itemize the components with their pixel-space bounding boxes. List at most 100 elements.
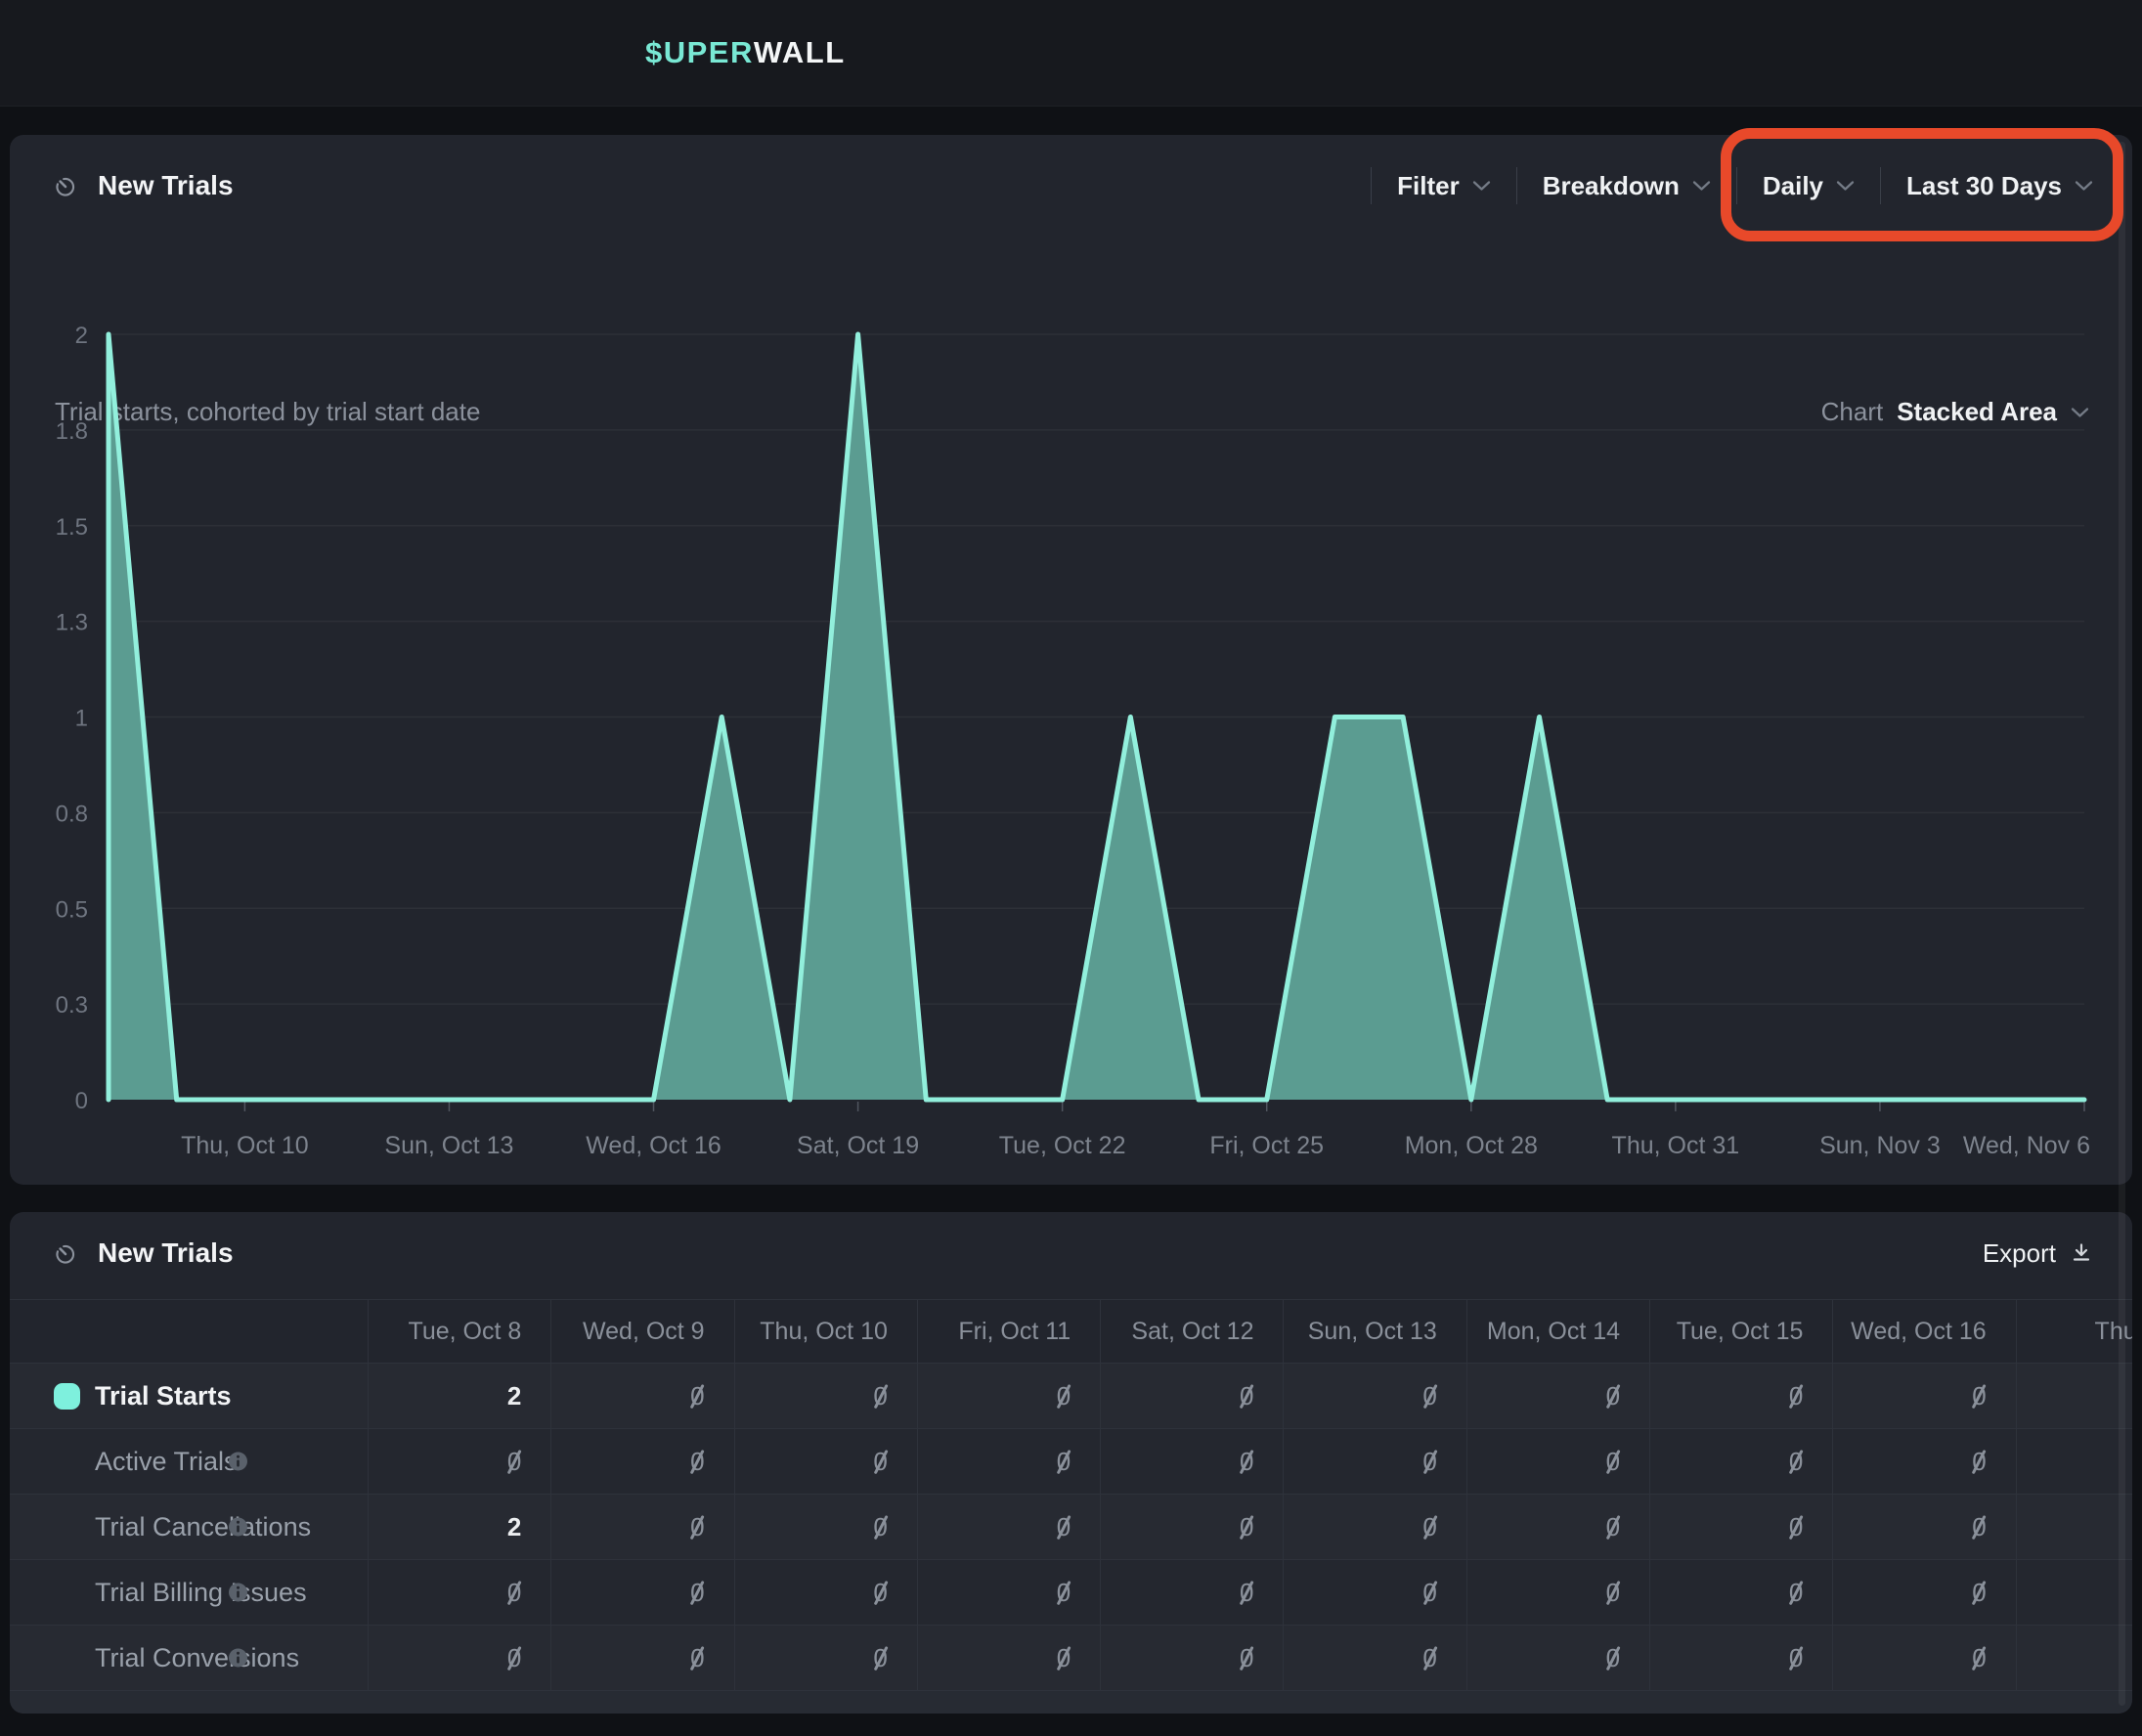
value-cell: 0: [1833, 1626, 2016, 1690]
zero-value: 0: [873, 1381, 887, 1411]
column-header-date: Sun, Oct 13: [1284, 1300, 1466, 1363]
value-cell: [2017, 1560, 2132, 1625]
column-header-date: Tue, Oct 15: [1650, 1300, 1833, 1363]
value-cell: 0: [735, 1495, 918, 1559]
value-cell: 0: [1650, 1495, 1833, 1559]
value-cell: 0: [1101, 1364, 1284, 1428]
zero-value: 0: [1422, 1381, 1436, 1411]
value-cell: 0: [1833, 1495, 2016, 1559]
zero-value: 0: [1606, 1578, 1620, 1608]
column-header-date: Wed, Oct 9: [551, 1300, 734, 1363]
value-cell: 0: [369, 1626, 551, 1690]
value-cell: 0: [1650, 1364, 1833, 1428]
value-cell: 0: [1650, 1429, 1833, 1494]
value-cell: 0: [1833, 1429, 2016, 1494]
x-axis-tick-label: Fri, Oct 25: [1209, 1132, 1324, 1159]
value-cell: [2017, 1429, 2132, 1494]
value-cell: 0: [551, 1495, 734, 1559]
info-icon[interactable]: [227, 1516, 249, 1539]
row-label: Trial Cancellations: [95, 1512, 311, 1542]
row-label-cell: Active Trials: [10, 1429, 369, 1494]
value-cell: 0: [918, 1364, 1101, 1428]
row-label-cell: Trial Billing Issues: [10, 1560, 369, 1625]
value-cell: 0: [735, 1364, 918, 1428]
row-label: Trial Starts: [95, 1381, 232, 1411]
zero-value: 0: [1057, 1512, 1071, 1542]
x-axis-tick-label: Wed, Oct 16: [586, 1132, 721, 1159]
zero-value: 0: [873, 1512, 887, 1542]
scrollbar[interactable]: [2119, 142, 2125, 1706]
nonzero-value: 2: [507, 1381, 521, 1411]
column-header-date: Tue, Oct 8: [369, 1300, 551, 1363]
zero-value: 0: [1057, 1643, 1071, 1673]
new-trials-chart-panel: New Trials Filter Breakdown Daily: [10, 135, 2132, 1185]
value-cell: 0: [1101, 1429, 1284, 1494]
table-corner-cell: [10, 1300, 369, 1363]
value-cell: 0: [1101, 1495, 1284, 1559]
info-icon[interactable]: [227, 1647, 249, 1670]
value-cell: 0: [735, 1560, 918, 1625]
row-label-cell: Trial Starts: [10, 1364, 369, 1428]
column-header-date: Mon, Oct 14: [1467, 1300, 1650, 1363]
timer-gauge-icon: [54, 1241, 77, 1265]
value-cell: 0: [1101, 1560, 1284, 1625]
zero-value: 0: [1240, 1447, 1253, 1477]
x-axis-tick-label: Wed, Nov 6: [1963, 1132, 2090, 1159]
value-cell: 0: [1467, 1364, 1650, 1428]
zero-value: 0: [507, 1578, 521, 1608]
value-cell: 0: [1101, 1626, 1284, 1690]
export-button[interactable]: Export: [1983, 1212, 2093, 1294]
zero-value: 0: [1972, 1643, 1986, 1673]
table-row: Trial Billing Issues000000000: [10, 1560, 2132, 1626]
zero-value: 0: [1789, 1447, 1803, 1477]
zero-value: 0: [1240, 1381, 1253, 1411]
value-cell: 0: [551, 1560, 734, 1625]
zero-value: 0: [873, 1643, 887, 1673]
zero-value: 0: [1422, 1643, 1436, 1673]
value-cell: 0: [1467, 1560, 1650, 1625]
zero-value: 0: [690, 1643, 704, 1673]
x-axis-tick-label: Thu, Oct 10: [181, 1132, 309, 1159]
value-cell: 0: [1284, 1364, 1466, 1428]
zero-value: 0: [1057, 1578, 1071, 1608]
zero-value: 0: [1606, 1643, 1620, 1673]
zero-value: 0: [873, 1447, 887, 1477]
info-icon[interactable]: [227, 1582, 249, 1604]
y-axis-tick-label: 0.3: [56, 992, 88, 1019]
series-color-swatch: [54, 1383, 80, 1410]
table-body: Trial Starts200000000Active Trials000000…: [10, 1364, 2132, 1691]
download-icon: [2070, 1241, 2093, 1265]
value-cell: 0: [1467, 1626, 1650, 1690]
row-label-cell: Trial Conversions: [10, 1626, 369, 1690]
value-cell: [2017, 1495, 2132, 1559]
zero-value: 0: [1606, 1512, 1620, 1542]
export-label: Export: [1983, 1238, 2056, 1269]
table-panel-title: New Trials: [98, 1212, 234, 1294]
column-header-date: Sat, Oct 12: [1101, 1300, 1284, 1363]
zero-value: 0: [1240, 1512, 1253, 1542]
zero-value: 0: [690, 1512, 704, 1542]
x-axis-tick-label: Sun, Oct 13: [384, 1132, 513, 1159]
page: $UPERWALL New Trials Filter Breakdown: [0, 0, 2142, 1736]
x-axis-tick-label: Sat, Oct 19: [797, 1132, 919, 1159]
zero-value: 0: [1972, 1512, 1986, 1542]
zero-value: 0: [1057, 1447, 1071, 1477]
y-axis-tick-label: 1: [75, 706, 88, 732]
y-axis-tick-label: 0: [75, 1088, 88, 1114]
info-icon[interactable]: [227, 1451, 249, 1473]
value-cell: 0: [1650, 1626, 1833, 1690]
column-header-date: Fri, Oct 11: [918, 1300, 1101, 1363]
row-label: Trial Conversions: [95, 1643, 299, 1673]
table-footer-strip: [10, 1691, 2132, 1714]
x-axis-tick-label: Sun, Nov 3: [1819, 1132, 1941, 1159]
zero-value: 0: [1789, 1643, 1803, 1673]
zero-value: 0: [507, 1643, 521, 1673]
value-cell: 0: [551, 1626, 734, 1690]
value-cell: 0: [1284, 1560, 1466, 1625]
row-label: Active Trials: [95, 1447, 238, 1477]
value-cell: 0: [1467, 1429, 1650, 1494]
value-cell: 0: [918, 1626, 1101, 1690]
column-header-date: Wed, Oct 16: [1833, 1300, 2016, 1363]
zero-value: 0: [1057, 1381, 1071, 1411]
chart-svg[interactable]: 00.30.50.811.31.51.82Thu, Oct 10Sun, Oct…: [10, 135, 2132, 1185]
